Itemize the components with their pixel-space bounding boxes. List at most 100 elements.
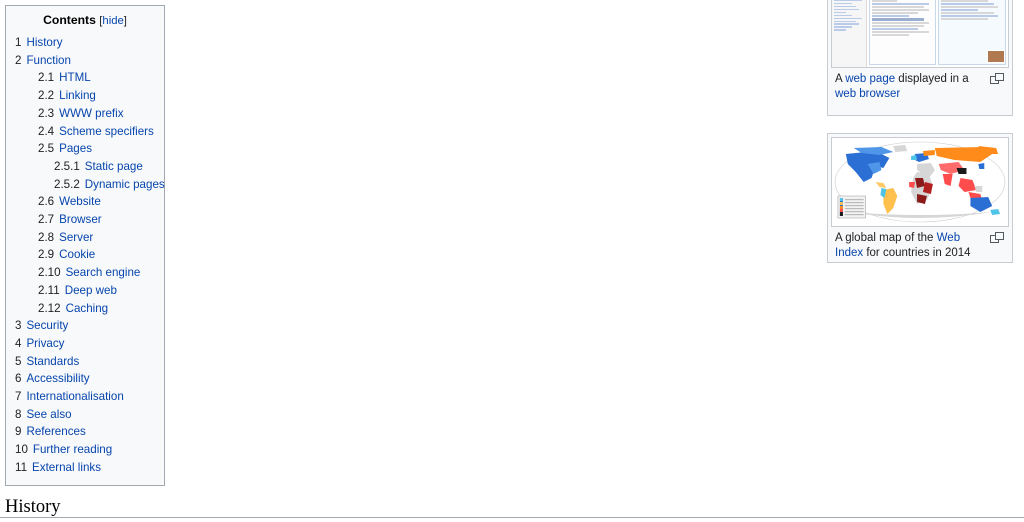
toc-entry[interactable]: 2.11 Deep web [10,282,160,300]
enlarge-icon[interactable] [990,73,1005,84]
toc-entry-number: 2.9 [38,248,55,262]
toc-entry-number: 10 [15,443,28,457]
toc-entry-number: 2.7 [38,213,55,227]
toc-entry-label[interactable]: Accessibility [26,372,89,385]
toc-entry-label[interactable]: Security [26,319,68,332]
toc-entry[interactable]: 2.7 Browser [10,211,160,229]
toc-entry[interactable]: 11 External links [10,459,160,477]
web-page-caption: A web page displayed in a web browser [831,68,1009,103]
screenshot-sidebar [832,0,867,67]
enlarge-icon[interactable] [990,232,1005,243]
toc-entry-number: 2.5.2 [54,177,80,191]
toc-list: 1 History 2 Function 2.1 HTML 2.2 Linking 2.3 WWW… [10,34,165,477]
toc-entry[interactable]: 8 See also [10,406,160,424]
caption-link[interactable]: web browser [835,88,900,100]
toc-entry[interactable]: 2.2 Linking [10,87,160,105]
toc-entry-label[interactable]: History [26,36,62,49]
toc-entry-number: 2.10 [38,266,61,280]
toc-entry-number: 2.11 [38,283,60,297]
toc-entry-label[interactable]: Pages [59,142,92,155]
screenshot-column-center [868,0,1005,65]
web-index-caption: A global map of the Web Index for countr… [831,227,1009,262]
toc-entry[interactable]: 2.8 Server [10,229,160,247]
toc-entry[interactable]: 5 Standards [10,353,160,371]
toc-entry-label[interactable]: References [26,425,85,438]
caption-text-run: displayed in a [895,73,969,85]
toc-entry[interactable]: 3 Security [10,317,160,335]
toc-entry-label[interactable]: Standards [26,355,79,368]
toc-entry[interactable]: 2 Function [10,52,160,70]
toc-entry-label[interactable]: HTML [59,71,91,84]
toc-entry-label[interactable]: Website [59,195,101,208]
section-heading-rule [0,517,1024,518]
toc-entry[interactable]: 2.3 WWW prefix [10,105,160,123]
caption-text-run: A global map of the [835,232,937,244]
toc-entry[interactable]: 6 Accessibility [10,370,160,388]
toc-entry-number: 3 [15,319,22,333]
toc-header: Contents [hide] [10,13,160,28]
toc-entry[interactable]: 9 References [10,423,160,441]
toc-entry-number: 2.4 [38,124,55,138]
toc-entry-number: 2 [15,53,22,67]
toc-toggle[interactable]: [hide] [99,15,127,27]
toc-entry[interactable]: 1 History [10,34,160,52]
toc-entry-label[interactable]: Server [59,231,93,244]
toc-entry-label[interactable]: Browser [59,213,102,226]
toc-entry-number: 9 [15,425,22,439]
web-page-screenshot-image[interactable] [831,0,1009,68]
toc-entry-number: 2.2 [38,89,55,103]
web-index-map-image[interactable] [831,137,1009,227]
toc-entry-number: 6 [15,372,22,386]
toc-entry[interactable]: 2.5.2 Dynamic pages [10,176,165,194]
toc-entry[interactable]: 2.4 Scheme specifiers [10,123,160,141]
toc-entry-number: 2.5 [38,142,55,156]
caption-text-web-page: A web page displayed in a web browser [835,73,969,100]
thumbnail-web-index-map: A global map of the Web Index for countr… [827,133,1013,263]
toc-entry-number: 4 [15,336,22,350]
toc-title-label: Contents [43,13,96,27]
toc-hide-link[interactable]: hide [102,15,123,27]
toc-entry-label[interactable]: Internationalisation [26,390,123,403]
toc-toggle-close-bracket: ] [123,15,127,27]
toc-entry-label[interactable]: Dynamic pages [85,178,165,191]
caption-text-web-index: A global map of the Web Index for countr… [835,232,971,259]
toc-entry-label[interactable]: Privacy [26,337,64,350]
toc-entry-label[interactable]: Function [26,54,70,67]
toc-entry-number: 2.5.1 [54,159,80,173]
toc-entry-label[interactable]: WWW prefix [59,107,123,120]
toc-entry-label[interactable]: Static page [85,160,143,173]
section-heading-history: History [5,497,61,517]
thumbnail-web-page: A web page displayed in a web browser [827,0,1013,116]
toc-entry[interactable]: 10 Further reading [10,441,160,459]
toc-entry[interactable]: 2.6 Website [10,193,160,211]
screenshot-content [867,0,1008,67]
toc-entry[interactable]: 7 Internationalisation [10,388,160,406]
toc-entry-label[interactable]: See also [26,408,71,421]
caption-link[interactable]: web page [845,73,895,85]
toc-entry-label[interactable]: Linking [59,89,96,102]
toc-entry-number: 2.6 [38,195,55,209]
toc-entry[interactable]: 2.12 Caching [10,300,160,318]
wikipedia-main-page-render [832,0,1008,67]
toc-entry-label[interactable]: Caching [66,302,109,315]
toc-entry[interactable]: 2.1 HTML [10,69,160,87]
toc-entry[interactable]: 4 Privacy [10,335,160,353]
toc-entry-label[interactable]: Scheme specifiers [59,125,154,138]
toc-entry-number: 7 [15,390,22,404]
toc-entry-label[interactable]: External links [32,461,101,474]
toc-entry-label[interactable]: Further reading [33,443,112,456]
toc-entry-label[interactable]: Search engine [66,266,141,279]
caption-text-run: A [835,73,846,85]
table-of-contents: Contents [hide] 1 History 2 Function 2.1 HTML… [5,5,165,486]
toc-entry-number: 2.12 [38,301,61,315]
toc-entry[interactable]: 2.9 Cookie [10,246,160,264]
toc-entry[interactable]: 2.10 Search engine [10,264,160,282]
toc-entry-number: 8 [15,407,22,421]
toc-entry[interactable]: 2.5 Pages [10,140,160,158]
toc-entry[interactable]: 2.5.1 Static page [10,158,160,176]
caption-text-run: for countries in 2014 [863,246,971,259]
toc-entry-label[interactable]: Deep web [65,284,117,297]
toc-entry-number: 1 [15,36,22,49]
toc-entry-label[interactable]: Cookie [59,248,95,261]
toc-entry-number: 2.8 [38,230,55,244]
